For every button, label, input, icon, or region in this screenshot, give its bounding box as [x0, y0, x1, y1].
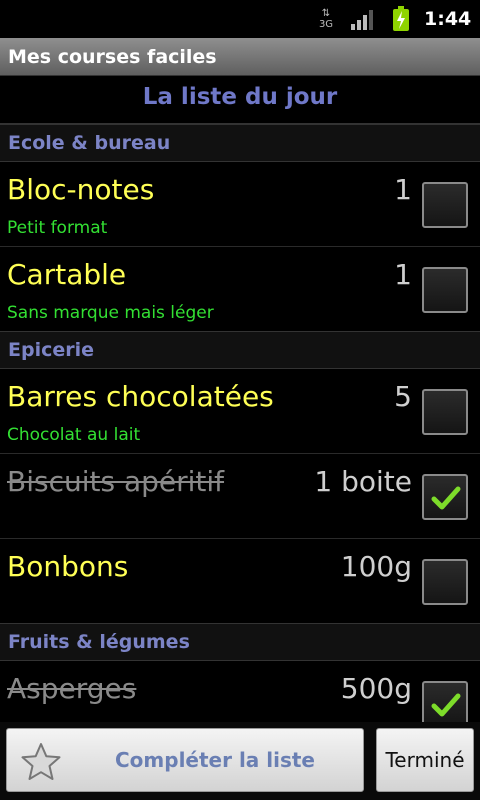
item-quantity: 100g: [340, 550, 412, 583]
item-quantity: 500g: [340, 672, 412, 705]
section-label: Epicerie: [8, 339, 95, 361]
list-header: La liste du jour: [0, 76, 480, 124]
list-item[interactable]: Barres chocolatées Chocolat au lait 5: [0, 369, 480, 454]
section-label: Fruits & légumes: [8, 631, 190, 653]
item-quantity: 5: [394, 380, 412, 413]
list-item[interactable]: Cartable Sans marque mais léger 1: [0, 247, 480, 332]
battery-charging-icon: [393, 6, 409, 31]
star-icon: [21, 743, 61, 780]
checkmark-icon: [431, 693, 461, 717]
item-name: Bonbons: [7, 550, 129, 583]
list-title: La liste du jour: [142, 84, 338, 110]
item-note: Sans marque mais léger: [7, 303, 214, 323]
item-checkbox[interactable]: [422, 267, 468, 313]
done-label: Terminé: [385, 748, 465, 772]
item-note: Petit format: [7, 218, 108, 238]
status-bar: ⇅ 3G 1:44: [0, 0, 480, 38]
app-title-bar: Mes courses faciles: [0, 38, 480, 76]
item-checkbox[interactable]: [422, 474, 468, 520]
item-name: Barres chocolatées: [7, 380, 274, 413]
item-checkbox[interactable]: [422, 559, 468, 605]
section-header: Fruits & légumes: [0, 623, 480, 661]
section-label: Ecole & bureau: [8, 132, 171, 154]
status-time: 1:44: [424, 8, 472, 30]
signal-icon: [351, 10, 373, 30]
list-item[interactable]: Bonbons 100g: [0, 539, 480, 624]
done-button[interactable]: Terminé: [376, 728, 474, 792]
item-note: Chocolat au lait: [7, 425, 141, 445]
app-title: Mes courses faciles: [8, 46, 217, 68]
checkmark-icon: [431, 486, 461, 510]
network-3g-icon: ⇅ 3G: [318, 8, 334, 30]
item-name: Asperges: [7, 672, 137, 705]
item-checkbox[interactable]: [422, 182, 468, 228]
section-header: Ecole & bureau: [0, 124, 480, 162]
item-quantity: 1 boite: [314, 465, 412, 498]
item-quantity: 1: [394, 258, 412, 291]
complete-list-label: Compléter la liste: [115, 748, 315, 772]
complete-list-button[interactable]: Compléter la liste: [6, 728, 364, 792]
list-item[interactable]: Bloc-notes Petit format 1: [0, 162, 480, 247]
bottom-action-bar: Compléter la liste Terminé: [0, 722, 480, 800]
item-name: Biscuits apéritif: [7, 465, 225, 498]
item-name: Bloc-notes: [7, 173, 155, 206]
item-checkbox[interactable]: [422, 389, 468, 435]
item-quantity: 1: [394, 173, 412, 206]
item-checkbox[interactable]: [422, 681, 468, 727]
list-item[interactable]: Biscuits apéritif 1 boite: [0, 454, 480, 539]
item-name: Cartable: [7, 258, 127, 291]
section-header: Epicerie: [0, 331, 480, 369]
